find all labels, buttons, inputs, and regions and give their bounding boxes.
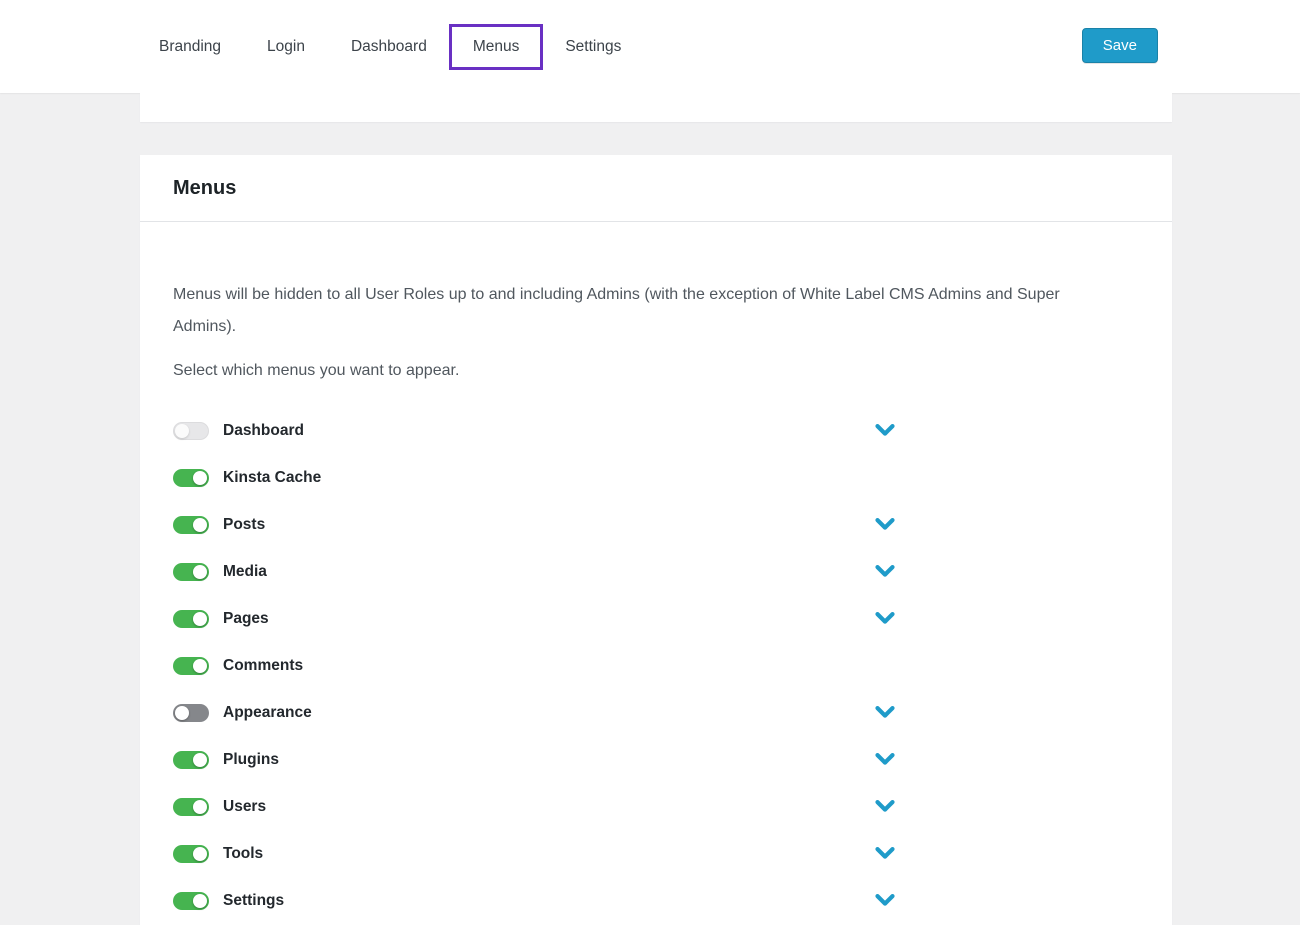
toggle-knob (193, 847, 207, 861)
chevron-down-icon[interactable] (873, 840, 897, 864)
menu-toggle-settings[interactable] (173, 892, 209, 910)
chevron-down-icon[interactable] (873, 746, 897, 770)
menu-row-tools: Tools (173, 830, 1112, 877)
menu-label: Plugins (223, 751, 279, 769)
toggle-knob (193, 753, 207, 767)
chevron-down-icon[interactable] (873, 699, 897, 723)
menu-label: Settings (223, 892, 284, 910)
menus-description: Menus will be hidden to all User Roles u… (173, 279, 1112, 343)
menu-toggle-dashboard[interactable] (173, 422, 209, 440)
chevron-down-icon[interactable] (873, 511, 897, 535)
menu-row-dashboard: Dashboard (173, 407, 1112, 454)
top-navigation: Branding Login Dashboard Menus Settings … (0, 0, 1300, 93)
menu-row-appearance: Appearance (173, 689, 1112, 736)
menu-row-settings: Settings (173, 877, 1112, 924)
save-button[interactable]: Save (1082, 28, 1158, 63)
chevron-down-icon[interactable] (873, 887, 897, 911)
content-column: Menus Menus will be hidden to all User R… (140, 93, 1172, 925)
toggle-knob (175, 706, 189, 720)
tab-settings[interactable]: Settings (565, 38, 621, 56)
chevron-down-icon[interactable] (873, 605, 897, 629)
tab-branding[interactable]: Branding (159, 38, 221, 56)
menu-label: Media (223, 563, 267, 581)
menus-panel: Menus Menus will be hidden to all User R… (140, 155, 1172, 925)
menu-row-kinsta-cache: Kinsta Cache (173, 454, 1112, 501)
menu-label: Posts (223, 516, 265, 534)
menu-toggle-appearance[interactable] (173, 704, 209, 722)
menu-row-comments: Comments (173, 642, 1112, 689)
menu-label: Dashboard (223, 422, 304, 440)
menu-row-posts: Posts (173, 501, 1112, 548)
menu-label: Users (223, 798, 266, 816)
menu-label: Appearance (223, 704, 312, 722)
tab-login[interactable]: Login (267, 38, 305, 56)
chevron-down-icon[interactable] (873, 793, 897, 817)
toggle-knob (193, 518, 207, 532)
menu-label: Pages (223, 610, 269, 628)
menu-toggle-media[interactable] (173, 563, 209, 581)
tab-dashboard[interactable]: Dashboard (351, 38, 427, 56)
tab-menus[interactable]: Menus (449, 24, 544, 70)
menu-label: Kinsta Cache (223, 469, 321, 487)
menu-toggle-pages[interactable] (173, 610, 209, 628)
menu-label: Comments (223, 657, 303, 675)
panel-header: Menus (140, 155, 1172, 222)
toggle-knob (193, 894, 207, 908)
toggle-knob (175, 424, 189, 438)
secondary-bar (140, 93, 1172, 122)
chevron-down-icon[interactable] (873, 558, 897, 582)
menu-toggle-kinsta-cache[interactable] (173, 469, 209, 487)
menu-toggle-comments[interactable] (173, 657, 209, 675)
page-title: Menus (173, 177, 236, 200)
menus-instruction: Select which menus you want to appear. (173, 359, 1112, 383)
menu-row-users: Users (173, 783, 1112, 830)
menu-row-plugins: Plugins (173, 736, 1112, 783)
menu-row-pages: Pages (173, 595, 1112, 642)
menu-rows: Dashboard Kinsta Cache Posts Media (173, 407, 1112, 924)
menu-label: Tools (223, 845, 263, 863)
toggle-knob (193, 612, 207, 626)
menu-toggle-users[interactable] (173, 798, 209, 816)
chevron-down-icon[interactable] (873, 417, 897, 441)
menu-toggle-plugins[interactable] (173, 751, 209, 769)
menu-toggle-posts[interactable] (173, 516, 209, 534)
panel-body: Menus will be hidden to all User Roles u… (140, 222, 1172, 925)
menu-row-media: Media (173, 548, 1112, 595)
toggle-knob (193, 800, 207, 814)
toggle-knob (193, 471, 207, 485)
toggle-knob (193, 659, 207, 673)
menu-toggle-tools[interactable] (173, 845, 209, 863)
toggle-knob (193, 565, 207, 579)
